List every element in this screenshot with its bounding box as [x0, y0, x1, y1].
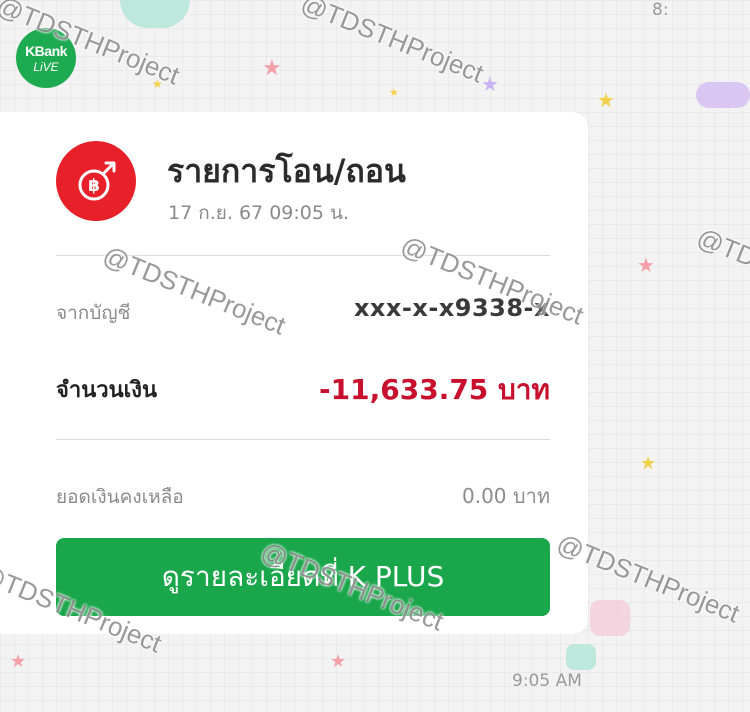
- balance-label: ยอดเงินคงเหลือ: [56, 486, 184, 508]
- from-account-value: xxx-x-x9338-x: [353, 294, 550, 322]
- sticker-icon: [590, 600, 630, 636]
- star-sticker-icon: ★: [640, 453, 657, 474]
- transaction-datetime: 17 ก.ย. 67 09:05 น.: [168, 202, 350, 224]
- star-sticker-icon: ★: [597, 88, 615, 112]
- message-time: 9:05 AM: [512, 671, 582, 691]
- avatar-line2: LiVE: [33, 59, 59, 74]
- watermark: @TDSTHProject: [296, 0, 488, 89]
- cloud-sticker-icon: [696, 82, 750, 108]
- amount-value: -11,633.75 บาท: [319, 373, 550, 406]
- svg-text:฿: ฿: [88, 176, 100, 196]
- star-sticker-icon: ★: [389, 86, 399, 99]
- divider: [56, 255, 550, 256]
- kbank-live-avatar[interactable]: KBank LiVE: [16, 28, 76, 88]
- watermark: @TDSTHProject: [692, 222, 750, 323]
- sticker-icon: [566, 644, 596, 670]
- view-details-kplus-button[interactable]: ดูรายละเอียดที่ K PLUS: [56, 538, 550, 616]
- star-sticker-icon: ★: [152, 77, 163, 91]
- star-sticker-icon: ★: [330, 651, 347, 672]
- avatar-line1: KBank: [25, 42, 67, 59]
- previous-message-time: 8:: [652, 0, 669, 20]
- transaction-title: รายการโอน/ถอน: [167, 152, 406, 190]
- transaction-card: ฿ รายการโอน/ถอน 17 ก.ย. 67 09:05 น. จากบ…: [0, 112, 588, 634]
- star-sticker-icon: ★: [481, 72, 499, 96]
- amount-label: จำนวนเงิน: [56, 378, 157, 403]
- star-sticker-icon: ★: [262, 56, 282, 81]
- divider: [56, 439, 550, 440]
- star-sticker-icon: ★: [10, 651, 27, 672]
- baht-transfer-icon: ฿: [56, 141, 136, 221]
- star-sticker-icon: ★: [637, 253, 655, 277]
- sticker-icon: [120, 0, 190, 28]
- from-account-label: จากบัญชี: [56, 302, 131, 324]
- balance-value: 0.00 บาท: [462, 484, 550, 508]
